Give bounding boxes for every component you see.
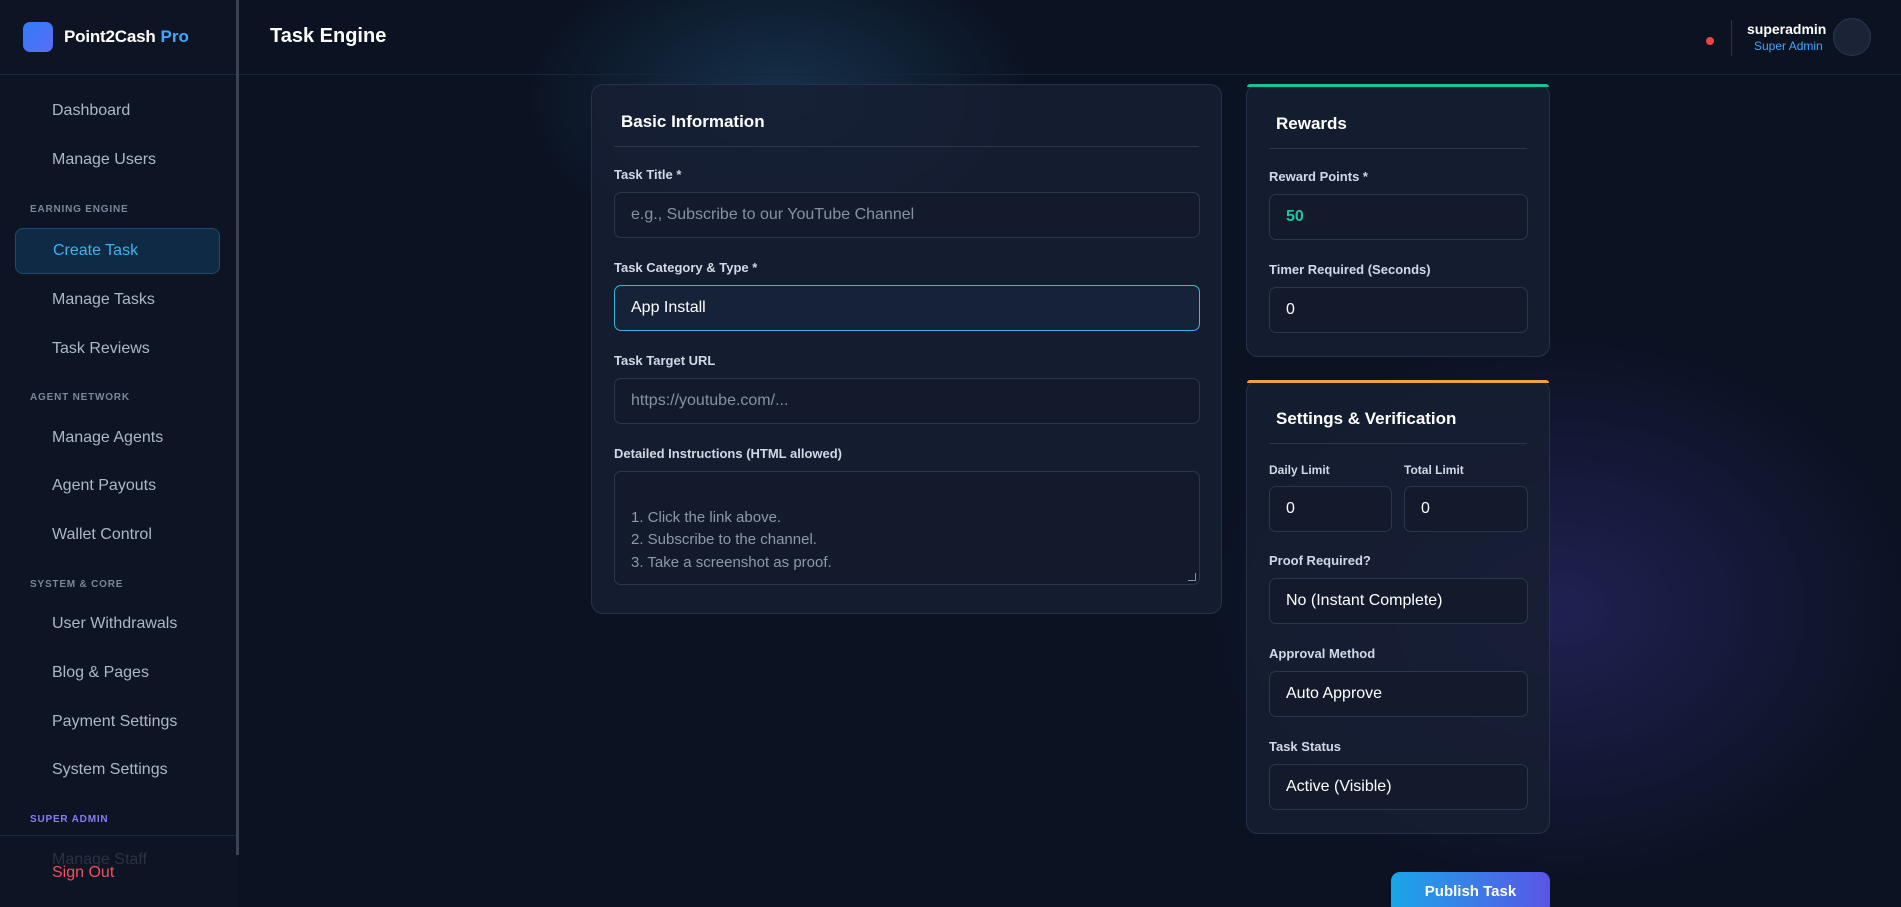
page-title: Task Engine (270, 25, 387, 47)
card-divider (614, 146, 1199, 147)
sidebar-item-agent-payouts[interactable]: Agent Payouts (15, 463, 220, 509)
sidebar-item-manage-users[interactable]: Manage Users (15, 137, 220, 183)
settings-accent-bar (1247, 380, 1549, 383)
brand-tag: Pro (160, 27, 189, 46)
rewards-title: Rewards (1276, 114, 1347, 133)
sidebar-item-blog-pages[interactable]: Blog & Pages (15, 650, 220, 696)
rewards-card: Rewards Reward Points * 50 Timer Require… (1246, 84, 1550, 357)
basic-information-card: Basic Information Task Title * e.g., Sub… (591, 84, 1222, 614)
proof-required-select[interactable]: No (Instant Complete) (1269, 578, 1528, 624)
task-url-input[interactable]: https://youtube.com/... (614, 378, 1200, 424)
task-title-label: Task Title * (614, 167, 682, 182)
card-divider (1269, 148, 1527, 149)
daily-limit-label: Daily Limit (1269, 463, 1330, 477)
sidebar-item-dashboard[interactable]: Dashboard (15, 88, 220, 134)
sidebar: Point2Cash Pro Dashboard Manage Users EA… (0, 0, 238, 907)
total-limit-label: Total Limit (1404, 463, 1464, 477)
sidebar-item-system-settings[interactable]: System Settings (15, 747, 220, 793)
settings-verification-card: Settings & Verification Daily Limit 0 To… (1246, 380, 1550, 834)
signout-area (0, 835, 238, 907)
sidebar-item-user-withdrawals[interactable]: User Withdrawals (15, 601, 220, 647)
sign-out-button[interactable]: Sign Out (52, 864, 114, 882)
basic-information-title: Basic Information (621, 112, 765, 131)
brand-logo-icon (23, 22, 53, 52)
brand[interactable]: Point2Cash Pro (0, 0, 237, 75)
sidebar-item-manage-tasks[interactable]: Manage Tasks (15, 277, 220, 323)
top-header: Task Engine superadmin Super Admin (239, 0, 1901, 75)
header-divider (1731, 20, 1732, 56)
approval-method-label: Approval Method (1269, 646, 1376, 661)
instructions-label: Detailed Instructions (HTML allowed) (614, 446, 843, 461)
reward-points-label: Reward Points * (1269, 169, 1368, 184)
card-divider (1269, 443, 1527, 444)
notification-dot-icon[interactable] (1706, 37, 1714, 45)
sidebar-scrollbar[interactable] (236, 0, 239, 855)
resize-handle-icon[interactable] (1188, 573, 1196, 581)
task-status-select[interactable]: Active (Visible) (1269, 764, 1528, 810)
task-title-input[interactable]: e.g., Subscribe to our YouTube Channel (614, 192, 1200, 238)
approval-method-select[interactable]: Auto Approve (1269, 671, 1528, 717)
timer-input[interactable]: 0 (1269, 287, 1528, 333)
settings-title: Settings & Verification (1276, 409, 1457, 428)
task-url-label: Task Target URL (614, 353, 716, 368)
task-category-label: Task Category & Type * (614, 260, 758, 275)
section-agent-network: AGENT NETWORK (30, 392, 130, 403)
user-name: superadmin (1747, 21, 1827, 37)
task-status-label: Task Status (1269, 739, 1342, 754)
sidebar-item-create-task[interactable]: Create Task (15, 228, 220, 274)
avatar[interactable] (1833, 18, 1871, 56)
publish-task-button[interactable]: Publish Task (1391, 872, 1550, 907)
timer-label: Timer Required (Seconds) (1269, 262, 1431, 277)
reward-points-input[interactable]: 50 (1269, 194, 1528, 240)
sidebar-item-payment-settings[interactable]: Payment Settings (15, 699, 220, 745)
section-system-core: SYSTEM & CORE (30, 579, 124, 590)
total-limit-input[interactable]: 0 (1404, 486, 1528, 532)
section-earning-engine: EARNING ENGINE (30, 204, 129, 215)
sidebar-item-manage-agents[interactable]: Manage Agents (15, 415, 220, 461)
section-super-admin: SUPER ADMIN (30, 814, 109, 825)
user-role: Super Admin (1754, 39, 1823, 53)
task-category-select[interactable]: App Install (614, 285, 1200, 331)
rewards-accent-bar (1247, 84, 1549, 87)
instructions-textarea[interactable]: 1. Click the link above. 2. Subscribe to… (614, 471, 1200, 585)
daily-limit-input[interactable]: 0 (1269, 486, 1392, 532)
proof-required-label: Proof Required? (1269, 553, 1371, 568)
sidebar-item-wallet-control[interactable]: Wallet Control (15, 512, 220, 558)
brand-name: Point2Cash (64, 27, 156, 46)
sidebar-item-task-reviews[interactable]: Task Reviews (15, 326, 220, 372)
instructions-placeholder: 1. Click the link above. 2. Subscribe to… (631, 508, 832, 571)
